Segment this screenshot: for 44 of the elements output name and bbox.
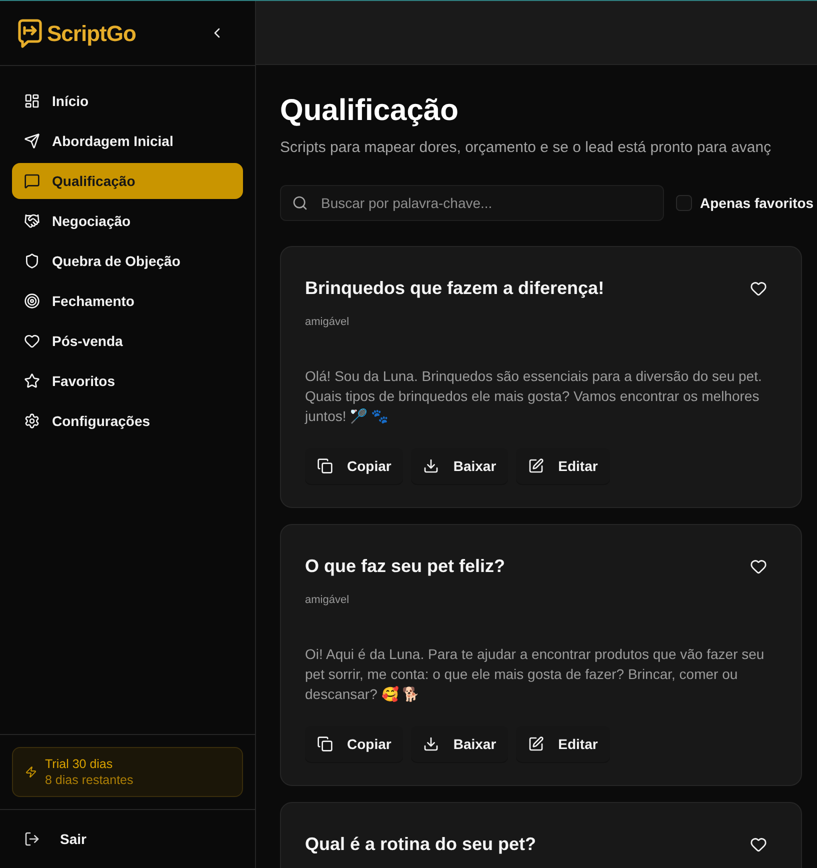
shield-icon [24,253,40,269]
favorites-label[interactable]: Apenas favoritos [700,192,814,214]
edit-icon [528,736,544,752]
sidebar-item[interactable]: Abordagem Inicial [12,123,243,159]
favorites-checkbox[interactable] [676,195,692,211]
logout-icon [24,831,40,847]
logo-icon [18,18,42,48]
trial-subtitle: 8 dias restantes [45,772,134,788]
star-icon [24,373,40,389]
card-title: Brinquedos que fazem a diferença! [305,277,604,300]
logout-button[interactable]: Sair [24,828,86,850]
trial-title: Trial 30 dias [45,756,114,772]
copy-icon [317,458,333,474]
search-field[interactable]: Buscar por palavra-chave... [280,185,664,221]
tone-label: amigável [305,315,350,330]
sidebar-item[interactable]: Configurações [12,403,243,439]
page-subtitle: Scripts para mapear dores, orçamento e se o lead está pronto para avanç [280,138,772,158]
card-title: O que faz seu pet feliz? [305,555,506,578]
sidebar-item[interactable]: Quebra de Objeção [12,243,243,279]
sidebar-item[interactable]: Negociação [12,203,243,239]
tone-label: amigável [305,593,350,608]
handshake-icon [24,213,40,229]
sidebar-item[interactable]: Qualificação [12,163,243,199]
settings-icon [24,413,40,429]
paper-plane-icon [24,133,40,149]
search-icon [292,195,308,211]
download-icon [423,458,440,474]
target-icon [24,293,40,309]
edit-icon [528,458,544,474]
speech-bubble-icon [24,173,40,189]
layout-grid-icon [24,93,40,109]
card-text: Oi! Aqui é da Luna. Para te ajudar a encontrar produtos que vão fazer seu pet sorrir, me conta: o que ele mais gosta de fazer? Brincar, comer ou descansar? 🥰 🐕 [305,645,766,704]
heart-icon [24,333,40,349]
sidebar-item[interactable]: Início [12,83,243,119]
page-title: Qualificação [280,93,460,129]
logo-text: ScriptGo [47,20,136,48]
copy-icon [317,736,333,752]
sidebar-item[interactable]: Pós-venda [12,323,243,359]
card-title: Qual é a rotina do seu pet? [305,833,536,856]
download-icon [423,736,440,752]
sidebar-item[interactable]: Favoritos [12,363,243,399]
sidebar-item[interactable]: Fechamento [12,283,243,319]
lightning-icon [25,766,37,778]
card-text: Olá! Sou da Luna. Brinquedos são essenciais para a diversão do seu pet. Quais tipos de brinquedos ele mais gosta? Vamos encontrar os melhores juntos! 🏸 🐾 [305,367,763,426]
